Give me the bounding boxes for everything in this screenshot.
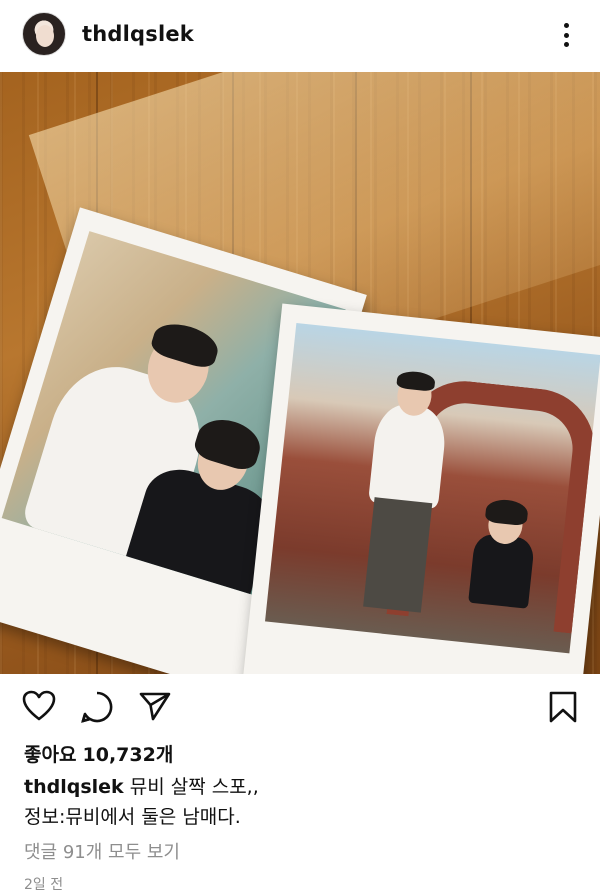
heart-icon[interactable] [22, 690, 56, 722]
polaroid-right [239, 303, 600, 674]
caption-username[interactable]: thdlqslek [24, 776, 124, 798]
bookmark-icon[interactable] [548, 690, 578, 724]
post-header: thdlqslek [0, 0, 600, 72]
post-timestamp: 2일 전 [24, 877, 64, 893]
caption-text-line1: 뮤비 살짝 스포,, [129, 776, 259, 798]
post-caption: thdlqslek 뮤비 살짝 스포,, 정보:뮤비에서 둘은 남매다. [24, 772, 584, 832]
comment-icon[interactable] [80, 690, 114, 724]
post-username[interactable]: thdlqslek [82, 22, 194, 46]
likes-label: 좋아요 [24, 744, 77, 766]
view-all-comments-link[interactable]: 댓글 91개 모두 보기 [24, 838, 180, 864]
likes-number: 10,732개 [82, 744, 174, 766]
send-icon[interactable] [138, 690, 172, 722]
caption-text-line2: 정보:뮤비에서 둘은 남매다. [24, 806, 241, 828]
likes-count[interactable]: 좋아요 10,732개 [24, 740, 173, 767]
avatar[interactable] [22, 12, 66, 56]
post-image[interactable] [0, 72, 600, 674]
action-bar [0, 674, 600, 740]
more-options-icon[interactable] [556, 20, 576, 50]
